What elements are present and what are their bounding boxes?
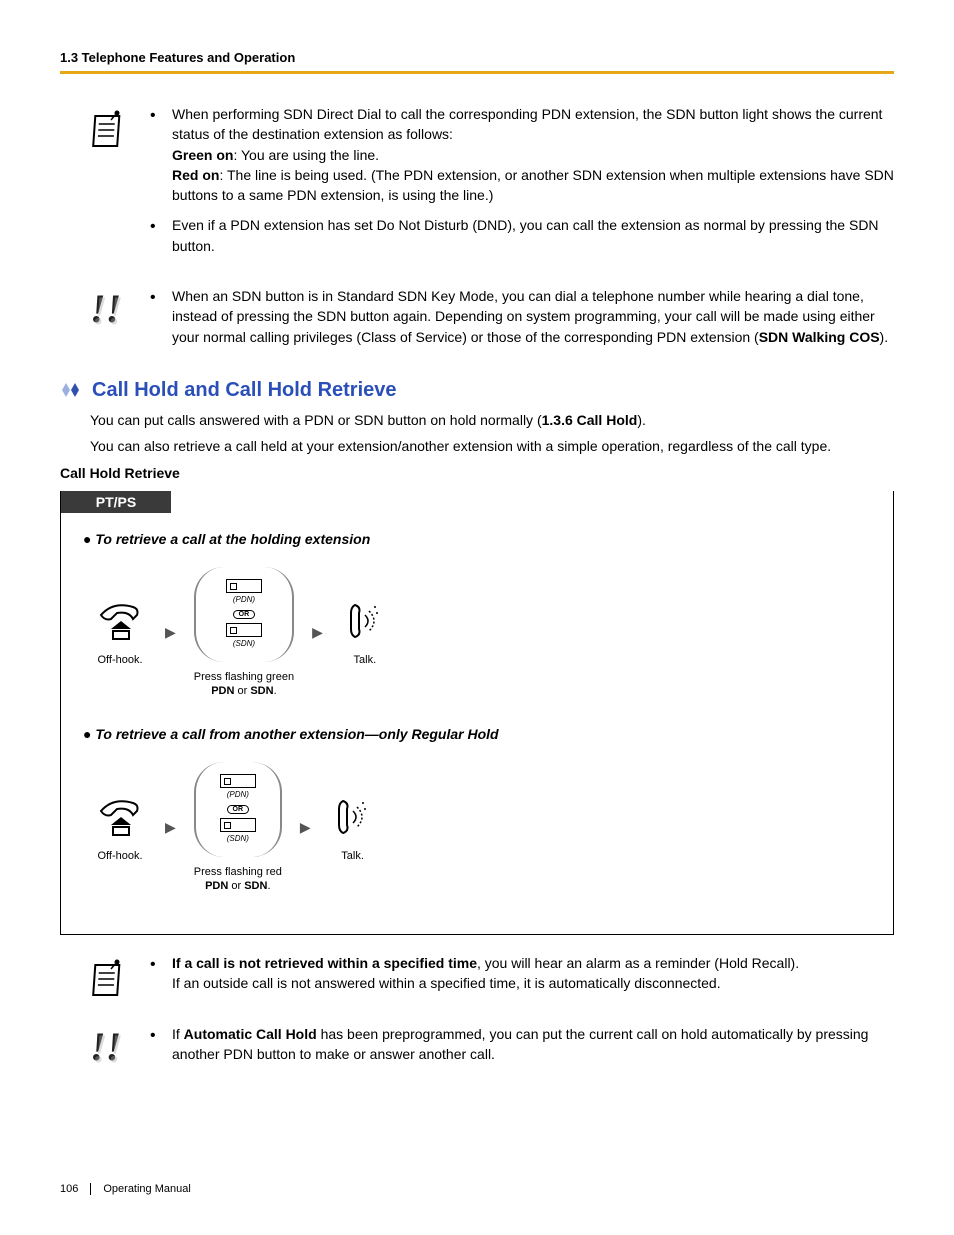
note1-bullet2: Even if a PDN extension has set Do Not D…	[150, 215, 894, 256]
proc-title-1: To retrieve a call at the holding extens…	[83, 531, 871, 547]
note-block-4: !! !! If Automatic Call Hold has been pr…	[60, 1024, 894, 1075]
section-para1: You can put calls answered with a PDN or…	[90, 410, 894, 430]
exclamation-icon: !! !!	[90, 1026, 130, 1075]
pdn-sdn-button-group: (PDN) OR (SDN)	[194, 567, 294, 662]
proc-title-2: To retrieve a call from another extensio…	[83, 726, 871, 742]
talk-icon	[329, 793, 377, 841]
arrow-icon: ▶	[165, 819, 176, 836]
arrow-icon: ▶	[312, 624, 323, 641]
note-block-3: If a call is not retrieved within a spec…	[60, 953, 894, 1004]
subhead-call-hold-retrieve: Call Hold Retrieve	[60, 465, 894, 481]
proc2-steps: Off-hook. ▶ (PDN) OR (SDN) Press flashin…	[83, 762, 871, 894]
note-block-1: When performing SDN Direct Dial to call …	[60, 104, 894, 266]
proc1-steps: Off-hook. ▶ (PDN) OR (SDN) Press flashin…	[83, 567, 871, 699]
talk-icon	[341, 597, 389, 645]
clipboard-pin-icon	[90, 955, 130, 1004]
page-number: 106	[60, 1183, 91, 1195]
arrow-icon: ▶	[300, 819, 311, 836]
step-press-button: (PDN) OR (SDN) Press flashing green PDN …	[194, 567, 294, 699]
step-offhook: Off-hook.	[93, 597, 147, 667]
offhook-icon	[93, 597, 147, 645]
note3-bullet1: If a call is not retrieved within a spec…	[150, 953, 894, 994]
step-talk: Talk.	[341, 597, 389, 667]
svg-text:!!: !!	[92, 288, 123, 332]
diamond-bullet-icon	[60, 381, 84, 399]
step-talk: Talk.	[329, 793, 377, 863]
note-block-2: !! !! When an SDN button is in Standard …	[60, 286, 894, 357]
svg-text:!!: !!	[92, 1026, 123, 1070]
section-para2: You can also retrieve a call held at you…	[90, 436, 894, 456]
note4-bullet1: If Automatic Call Hold has been preprogr…	[150, 1024, 894, 1065]
pdn-sdn-button-group: (PDN) OR (SDN)	[194, 762, 282, 857]
clipboard-pin-icon	[90, 106, 130, 155]
step-press-button: (PDN) OR (SDN) Press flashing red PDN or…	[194, 762, 282, 894]
section-title-call-hold: Call Hold and Call Hold Retrieve	[60, 379, 894, 402]
procedure-tab: PT/PS	[61, 491, 171, 513]
arrow-icon: ▶	[165, 624, 176, 641]
note1-bullet1: When performing SDN Direct Dial to call …	[150, 104, 894, 205]
note2-bullet1: When an SDN button is in Standard SDN Ke…	[150, 286, 894, 347]
procedure-box: PT/PS To retrieve a call at the holding …	[60, 491, 894, 935]
step-offhook: Off-hook.	[93, 793, 147, 863]
footer-title: Operating Manual	[103, 1183, 190, 1195]
section-header: 1.3 Telephone Features and Operation	[60, 50, 894, 74]
page-footer: 106 Operating Manual	[60, 1183, 191, 1195]
exclamation-icon: !! !!	[90, 288, 130, 337]
offhook-icon	[93, 793, 147, 841]
